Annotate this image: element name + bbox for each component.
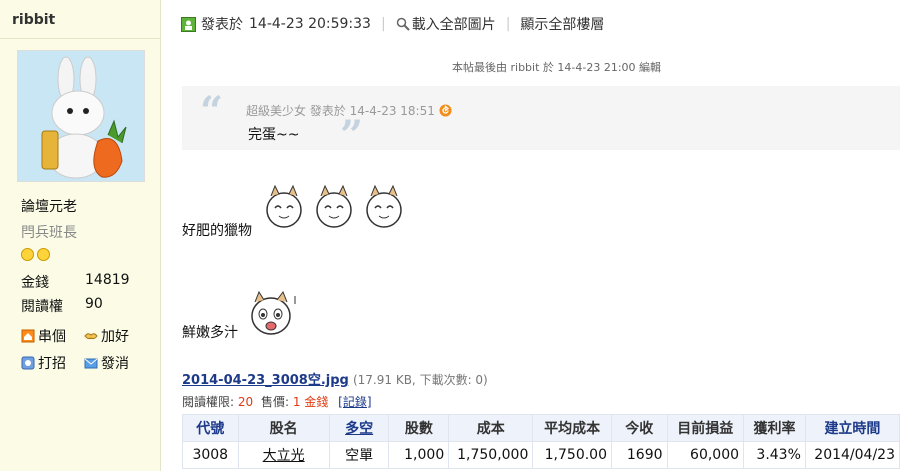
published-time: 14-4-23 20:59:33 [249,16,371,32]
user-rank: 論壇元老 [21,199,77,215]
drooling-cat-emoticon-icon [251,290,296,335]
col-header-return: 獲利率 [743,414,806,442]
cell-shares: 1,000 [388,441,450,469]
stat-read-permission: 閱讀權 90 [21,296,103,316]
quote-block: “ 超級美少女 發表於 14-4-23 18:51 完蛋~~ ” [182,86,900,156]
stat-money: 金錢 14819 [21,272,130,292]
attachment-permission: 閱讀權限: 20 售價: 1 金錢 [記錄] [182,393,372,410]
load-all-images-link[interactable]: 載入全部圖片 [412,14,496,34]
separator: | [505,16,511,32]
cell-code: 3008 [182,441,239,469]
magnifier-icon [396,17,410,31]
action-greet[interactable]: 打招 [21,353,66,373]
smiley-icon [37,248,50,261]
col-header-pnl: 目前損益 [666,414,745,442]
col-header-long-short[interactable]: 多空 [328,414,390,442]
action-label: 發消 [101,356,129,372]
edit-note: 本帖最後由 ribbit 於 14-4-23 21:00 編輯 [452,61,662,74]
stock-table: 代號 股名 多空 股數 成本 平均成本 今收 目前損益 獲利率 建立時間 300… [182,414,900,469]
col-header-code: 代號 [182,414,239,442]
jump-to-post-icon[interactable] [439,104,452,117]
separator: | [380,16,386,32]
action-send-message[interactable]: 發消 [84,353,129,373]
cat-emoticon-icon [266,184,402,228]
author-sidebar: ribbit 論壇元老 閂兵班長 金錢 14819 閱讀權 90 串個 加好 打… [0,0,161,471]
cell-created: 2014/04/23 [804,441,900,469]
username[interactable]: ribbit [12,12,55,28]
attachment-link[interactable]: 2014-04-23_3008空.jpg [182,373,349,388]
close-quote-icon: ” [340,112,364,159]
online-status-icon [181,16,196,32]
cell-return: 3.43% [743,441,806,469]
table-row: 3008 大立光 空單 1,000 1,750,000 1,750.00 169… [182,441,900,469]
mail-icon [84,358,98,369]
quote-text: 完蛋~~ [248,127,300,143]
post-text-line: 鮮嫩多汁 [182,325,238,341]
cell-position: 空單 [328,441,390,469]
wave-icon [21,356,35,370]
col-header-created: 建立時間 [804,414,900,442]
published-prefix: 發表於 [201,17,243,33]
cell-stock-name[interactable]: 大立光 [237,441,330,469]
medal-row [21,248,53,265]
user-title: 閂兵班長 [21,225,77,241]
post-meta-bar: 發表於 14-4-23 20:59:33 | 載入全部圖片 | 顯示全部樓層 [181,14,604,34]
action-label: 打招 [38,356,66,372]
sidebar-divider [0,38,160,39]
avatar[interactable] [17,50,145,182]
cell-avg-cost: 1,750.00 [532,441,612,469]
attachment-meta: (17.91 KB, 下載次數: 0) [352,373,488,387]
col-header-stock-name: 股名 [237,414,330,442]
col-header-shares: 股數 [388,414,450,442]
attachment: 2014-04-23_3008空.jpg (17.91 KB, 下載次數: 0) [182,369,488,388]
table-header-row: 代號 股名 多空 股數 成本 平均成本 今收 目前損益 獲利率 建立時間 [182,414,900,442]
action-home[interactable]: 串個 [21,326,66,346]
cell-cost: 1,750,000 [448,441,534,469]
handshake-icon [84,333,98,340]
stat-label: 閱讀權 [21,299,63,315]
stat-value: 90 [85,296,103,312]
action-add-friend[interactable]: 加好 [84,326,129,346]
permission-label: 閱讀權限: [182,395,235,409]
smiley-icon [21,248,34,261]
home-icon [21,329,35,343]
action-label: 串個 [38,329,66,345]
permission-level: 20 [237,395,254,409]
open-quote-icon: “ [200,88,224,135]
post-text-line: 好肥的獵物 [182,223,252,239]
action-label: 加好 [101,329,129,345]
show-all-floors-link[interactable]: 顯示全部樓層 [520,14,604,34]
col-header-close: 今收 [610,414,668,442]
record-link[interactable]: [記錄] [338,395,371,409]
cell-close: 1690 [610,441,668,469]
post-body: 發表於 14-4-23 20:59:33 | 載入全部圖片 | 顯示全部樓層 本… [161,0,900,471]
price-value: 1 金錢 [292,395,329,409]
stat-label: 金錢 [21,275,49,291]
col-header-cost: 成本 [448,414,534,442]
stat-value: 14819 [85,272,130,288]
cell-pnl: 60,000 [666,441,745,469]
col-header-avg-cost: 平均成本 [532,414,612,442]
price-label: 售價: [260,395,290,409]
